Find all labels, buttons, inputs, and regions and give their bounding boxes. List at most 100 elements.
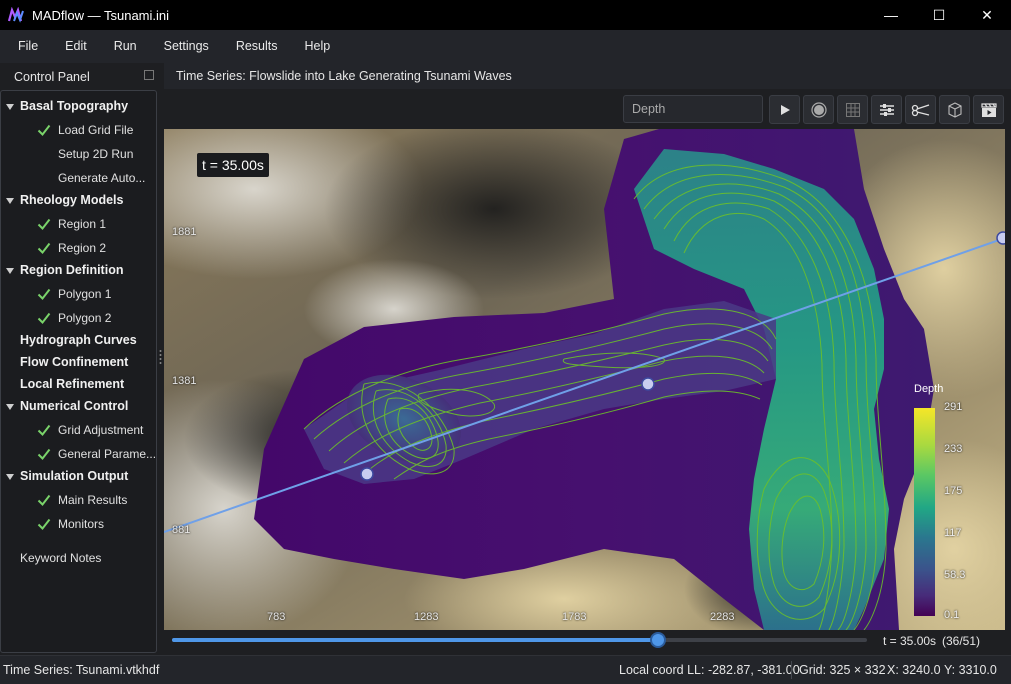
tree-item[interactable]: Polygon 2 [1, 307, 156, 329]
status-x: X: 3240.0 [887, 663, 941, 677]
tree-section-label: Rheology Models [20, 193, 124, 207]
close-button[interactable]: ✕ [963, 0, 1011, 30]
x-tick-label: 783 [267, 611, 286, 623]
x-tick-label: 1783 [562, 611, 587, 623]
madflow-logo-icon [8, 7, 24, 23]
tree-item[interactable]: Local Refinement [1, 374, 156, 396]
tree-item-label: Generate Auto... [58, 171, 146, 185]
record-button[interactable] [803, 95, 834, 124]
frame-counter: (36/51) [942, 634, 981, 648]
checkmark-icon [37, 424, 51, 437]
tree-item[interactable]: Grid Adjustment [1, 419, 156, 441]
tree-item[interactable]: Region Definition [1, 260, 156, 282]
menu-settings[interactable]: Settings [154, 30, 219, 63]
timeline-progress [172, 638, 658, 642]
tree-item-label: Polygon 2 [58, 311, 112, 325]
grid-button[interactable] [837, 95, 868, 124]
expand-arrow-icon[interactable] [6, 268, 14, 274]
colorbar-tick: 58.3 [944, 569, 966, 581]
control-panel-header: Control Panel [0, 63, 160, 90]
status-separator [791, 661, 792, 679]
undock-icon[interactable] [144, 70, 154, 80]
maximize-button[interactable]: ☐ [915, 0, 963, 30]
colorbar-title: Depth [914, 383, 944, 395]
window-title: MADflow — Tsunami.ini [32, 7, 170, 23]
tree-item[interactable]: Setup 2D Run [1, 143, 156, 165]
expand-arrow-icon[interactable] [6, 404, 14, 410]
checkmark-icon [37, 494, 51, 507]
tree-item[interactable]: Rheology Models [1, 190, 156, 212]
tree-item[interactable]: Generate Auto... [1, 167, 156, 189]
current-time-label: t = 35.00s [883, 634, 937, 648]
title-bar: MADflow — Tsunami.ini — ☐ ✕ [0, 0, 1011, 30]
3d-view-button[interactable] [939, 95, 970, 124]
profile-point-end[interactable] [996, 231, 1005, 245]
y-tick-label: 1381 [172, 375, 197, 387]
grid-icon [845, 102, 860, 117]
splitter-handle[interactable] [159, 348, 162, 368]
menu-file[interactable]: File [8, 30, 48, 63]
tree-item[interactable]: Hydrograph Curves [1, 330, 156, 352]
tree-item-label: General Parame... [58, 447, 157, 461]
tree-item[interactable]: General Parame... [1, 443, 156, 465]
checkmark-icon [37, 288, 51, 301]
tree-item[interactable]: Monitors [1, 513, 156, 535]
control-tree: Basal Topography Load Grid File Setup 2D R… [0, 90, 157, 653]
tree-section-label: Numerical Control [20, 399, 129, 413]
status-y: Y: 3310.0 [944, 663, 997, 677]
tree-item[interactable]: Simulation Output [1, 466, 156, 488]
tree-section-label: Basal Topography [20, 99, 129, 113]
status-local-coord: Local coord LL: -282.87, -381.00 [619, 663, 800, 677]
tree-item[interactable]: Region 1 [1, 213, 156, 235]
menu-edit[interactable]: Edit [55, 30, 97, 63]
tree-item[interactable]: Region 2 [1, 237, 156, 259]
status-grid: Grid: 325 × 332 [799, 663, 886, 677]
timeline-bar: t = 35.00s (36/51) [164, 630, 1011, 652]
menu-help[interactable]: Help [295, 30, 341, 63]
colorbar-tick: 291 [944, 401, 963, 413]
checkmark-icon [37, 218, 51, 231]
map-view[interactable]: t = 35.00s 783 1283 1783 2283 1881 1381 … [164, 129, 1005, 630]
colorbar-tick: 0.1 [944, 609, 960, 621]
record-icon [810, 101, 827, 118]
view-title: Time Series: Flowslide into Lake Generat… [176, 69, 512, 83]
play-button[interactable] [769, 95, 800, 124]
timeline-handle[interactable] [650, 632, 666, 648]
field-selector[interactable]: Depth [623, 95, 763, 123]
tree-item[interactable]: Numerical Control [1, 396, 156, 418]
play-icon [780, 104, 790, 115]
tree-item-label: Region 1 [58, 217, 107, 231]
checkmark-icon [37, 124, 51, 137]
filter-button[interactable] [871, 95, 902, 124]
profile-line-icon [911, 103, 929, 116]
timeline-slider[interactable] [172, 632, 867, 648]
profile-point-mid[interactable] [641, 377, 655, 391]
profile-point-start[interactable] [360, 467, 374, 481]
tree-item[interactable]: Keyword Notes [1, 548, 156, 570]
tree-item-label: Region 2 [58, 241, 107, 255]
tree-item[interactable]: Basal Topography [1, 96, 156, 118]
checkmark-icon [37, 518, 51, 531]
time-overlay: t = 35.00s [197, 153, 269, 177]
expand-arrow-icon[interactable] [6, 104, 14, 110]
colorbar-tick: 117 [944, 527, 962, 539]
tree-item[interactable]: Load Grid File [1, 119, 156, 141]
tree-item[interactable]: Polygon 1 [1, 283, 156, 305]
tree-item[interactable]: Main Results [1, 489, 156, 511]
tree-section-label: Simulation Output [20, 469, 129, 483]
menu-run[interactable]: Run [104, 30, 147, 63]
filter-icon [879, 103, 894, 116]
expand-arrow-icon[interactable] [6, 198, 14, 204]
expand-arrow-icon[interactable] [6, 474, 14, 480]
tree-item-label: Setup 2D Run [58, 147, 134, 161]
menu-results[interactable]: Results [226, 30, 288, 63]
tree-item-label: Main Results [58, 493, 128, 507]
minimize-button[interactable]: — [867, 0, 915, 30]
tree-item[interactable]: Flow Confinement [1, 352, 156, 374]
checkmark-icon [37, 242, 51, 255]
animation-button[interactable] [973, 95, 1004, 124]
status-file: Time Series: Tsunami.vtkhdf [3, 663, 160, 677]
x-tick-label: 2283 [710, 611, 735, 623]
tree-section-label: Region Definition [20, 263, 124, 277]
profile-line-button[interactable] [905, 95, 936, 124]
